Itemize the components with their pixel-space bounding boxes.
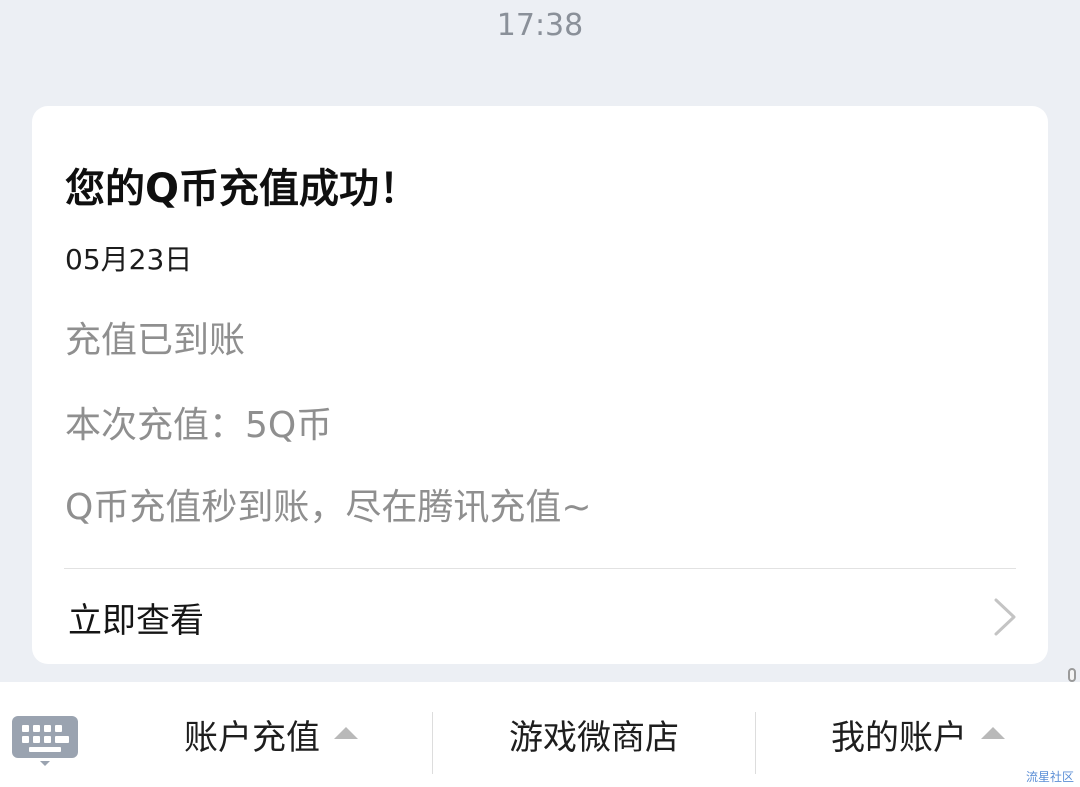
submenu-up-arrow-icon <box>981 726 1005 739</box>
submenu-up-arrow-icon <box>334 726 358 739</box>
chat-screen: 17:38 您的Q币充值成功！ 05月23日 充值已到账 本次充值：5Q币 Q币… <box>0 0 1080 787</box>
watermark-text: 流星社区 <box>1025 770 1074 784</box>
view-now-label: 立即查看 <box>68 601 204 641</box>
message-timestamp: 17:38 <box>496 8 584 43</box>
tab-label: 我的账户 <box>831 718 967 758</box>
recharge-notification-card: 您的Q币充值成功！ 05月23日 充值已到账 本次充值：5Q币 Q币充值秒到账，… <box>32 106 1048 664</box>
keyboard-toggle-button[interactable] <box>12 716 78 766</box>
card-promo-line: Q币充值秒到账，尽在腾讯充值~ <box>65 487 592 528</box>
chevron-right-icon <box>994 598 1016 636</box>
bottom-menu-bar: 账户充值 游戏微商店 我的账户 流星社区 <box>0 682 1080 787</box>
card-title: 您的Q币充值成功！ <box>65 166 420 212</box>
view-now-button[interactable]: 立即查看 <box>32 569 1048 664</box>
keyboard-icon <box>12 716 78 766</box>
tab-label: 游戏微商店 <box>509 718 679 758</box>
card-date: 05月23日 <box>65 243 193 276</box>
scrollbar-thumb[interactable] <box>1068 668 1076 682</box>
tab-label: 账户充值 <box>184 718 320 758</box>
tab-account-recharge[interactable]: 账户充值 <box>110 682 432 787</box>
tab-game-micro-store[interactable]: 游戏微商店 <box>433 682 755 787</box>
card-amount-line: 本次充值：5Q币 <box>65 405 333 446</box>
card-status-line: 充值已到账 <box>65 320 246 361</box>
